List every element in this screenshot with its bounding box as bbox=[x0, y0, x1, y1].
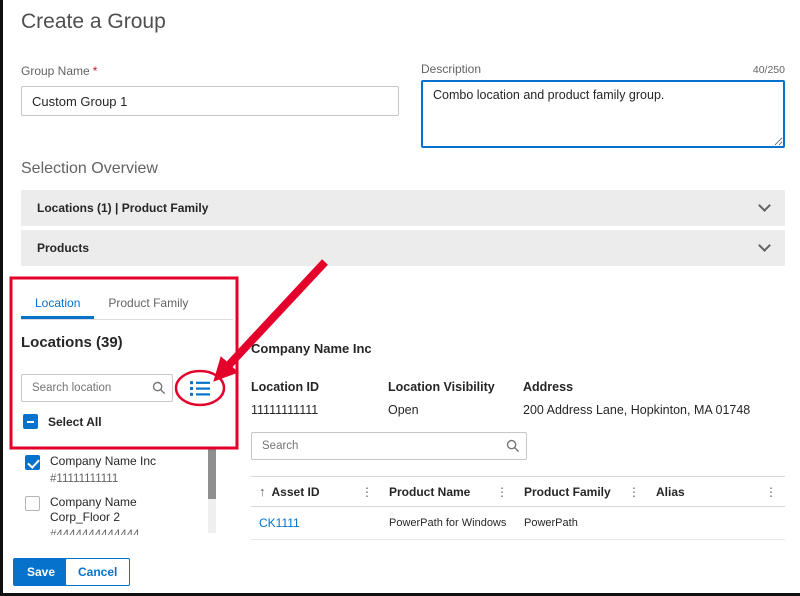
search-icon bbox=[152, 381, 166, 395]
tab-product-family[interactable]: Product Family bbox=[94, 288, 202, 319]
column-menu-icon[interactable]: ⋮ bbox=[496, 485, 508, 499]
search-icon bbox=[506, 439, 520, 453]
detail-value: 200 Address Lane, Hopkinton, MA 01748 bbox=[523, 403, 785, 417]
column-menu-icon[interactable]: ⋮ bbox=[628, 485, 640, 499]
location-checkbox[interactable] bbox=[25, 496, 40, 511]
scrollbar-thumb[interactable] bbox=[208, 449, 216, 499]
column-header-asset-id[interactable]: ↑ Asset ID ⋮ bbox=[251, 477, 381, 506]
list-scrollbar[interactable] bbox=[208, 449, 216, 533]
location-id: #11111111111 bbox=[50, 473, 170, 485]
description-label: Description bbox=[421, 62, 481, 76]
location-id: #4444444444444 bbox=[50, 529, 170, 535]
char-counter: 40/250 bbox=[753, 64, 785, 76]
location-details: Location ID 11111111111 Location Visibil… bbox=[251, 380, 785, 417]
list-item[interactable]: Company Name Corp_Floor 2 #4444444444444 bbox=[3, 488, 219, 535]
detail-label: Location ID bbox=[251, 380, 388, 394]
group-name-label: Group Name bbox=[21, 64, 90, 78]
selection-overview-title: Selection Overview bbox=[21, 160, 158, 178]
list-view-icon bbox=[190, 380, 211, 397]
column-header-product-name[interactable]: Product Name ⋮ bbox=[381, 477, 516, 506]
location-search-row bbox=[21, 374, 213, 402]
location-info: Company Name Corp_Floor 2 #4444444444444 bbox=[50, 495, 170, 535]
group-name-input[interactable] bbox=[21, 86, 399, 116]
table-header-row: ↑ Asset ID ⋮ Product Name ⋮ Product Fami… bbox=[251, 476, 785, 507]
locations-heading: Locations (39) bbox=[21, 334, 123, 351]
location-name: Company Name Inc bbox=[50, 454, 170, 469]
tab-location[interactable]: Location bbox=[21, 288, 94, 319]
cancel-button[interactable]: Cancel bbox=[65, 558, 130, 586]
detail-field: Address 200 Address Lane, Hopkinton, MA … bbox=[523, 380, 785, 417]
location-name: Company Name Corp_Floor 2 bbox=[50, 495, 170, 525]
asset-search-box bbox=[251, 432, 527, 460]
description-field: Description 40/250 Combo location and pr… bbox=[421, 62, 785, 153]
list-item[interactable]: Company Name Inc #11111111111 bbox=[3, 447, 219, 488]
location-list: Company Name Inc #11111111111 Company Na… bbox=[3, 447, 219, 535]
column-header-product-family[interactable]: Product Family ⋮ bbox=[516, 477, 648, 506]
location-search-box bbox=[21, 374, 173, 402]
accordion-locations-product-family[interactable]: Locations (1) | Product Family bbox=[21, 190, 785, 226]
detail-field: Location Visibility Open bbox=[388, 380, 523, 417]
detail-value: Open bbox=[388, 403, 523, 417]
product-name-cell: PowerPath for Windows bbox=[381, 517, 516, 529]
location-checkbox[interactable] bbox=[25, 455, 40, 470]
product-family-cell: PowerPath bbox=[516, 517, 648, 529]
accordion-label: Locations (1) | Product Family bbox=[37, 201, 208, 215]
detail-label: Address bbox=[523, 380, 785, 394]
group-name-field: Group Name* bbox=[21, 62, 399, 116]
create-group-page: Create a Group Group Name* Description 4… bbox=[0, 0, 800, 596]
required-asterisk: * bbox=[93, 64, 98, 78]
asset-search-row bbox=[251, 432, 527, 460]
column-label: Product Name bbox=[389, 485, 470, 499]
location-search-input[interactable] bbox=[22, 375, 146, 401]
select-all-control[interactable]: Select All bbox=[23, 414, 102, 429]
column-header-alias[interactable]: Alias ⋮ bbox=[648, 477, 785, 506]
select-all-label: Select All bbox=[48, 415, 102, 429]
accordion-products[interactable]: Products bbox=[21, 230, 785, 266]
chevron-down-icon bbox=[758, 199, 771, 212]
list-view-button[interactable] bbox=[187, 377, 213, 399]
page-title: Create a Group bbox=[21, 10, 166, 34]
asset-id-link[interactable]: CK1111 bbox=[251, 516, 381, 530]
company-name: Company Name Inc bbox=[251, 341, 372, 356]
sort-ascending-icon: ↑ bbox=[259, 484, 266, 499]
column-label: Alias bbox=[656, 485, 685, 499]
detail-field: Location ID 11111111111 bbox=[251, 380, 388, 417]
location-info: Company Name Inc #11111111111 bbox=[50, 454, 170, 485]
detail-label: Location Visibility bbox=[388, 380, 523, 394]
description-textarea[interactable]: Combo location and product family group. bbox=[421, 80, 785, 148]
column-label: Asset ID bbox=[272, 485, 320, 499]
column-label: Product Family bbox=[524, 485, 611, 499]
column-menu-icon[interactable]: ⋮ bbox=[361, 485, 373, 499]
accordion-label: Products bbox=[37, 241, 89, 255]
table-row: CK1111 PowerPath for Windows PowerPath bbox=[251, 507, 785, 540]
select-all-checkbox[interactable] bbox=[23, 414, 38, 429]
detail-value: 11111111111 bbox=[251, 403, 388, 417]
assets-table: ↑ Asset ID ⋮ Product Name ⋮ Product Fami… bbox=[251, 476, 785, 540]
chevron-down-icon bbox=[758, 239, 771, 252]
column-menu-icon[interactable]: ⋮ bbox=[765, 485, 777, 499]
save-button[interactable]: Save bbox=[13, 558, 69, 586]
left-panel-tabs: Location Product Family bbox=[21, 288, 233, 320]
asset-search-input[interactable] bbox=[252, 433, 498, 459]
